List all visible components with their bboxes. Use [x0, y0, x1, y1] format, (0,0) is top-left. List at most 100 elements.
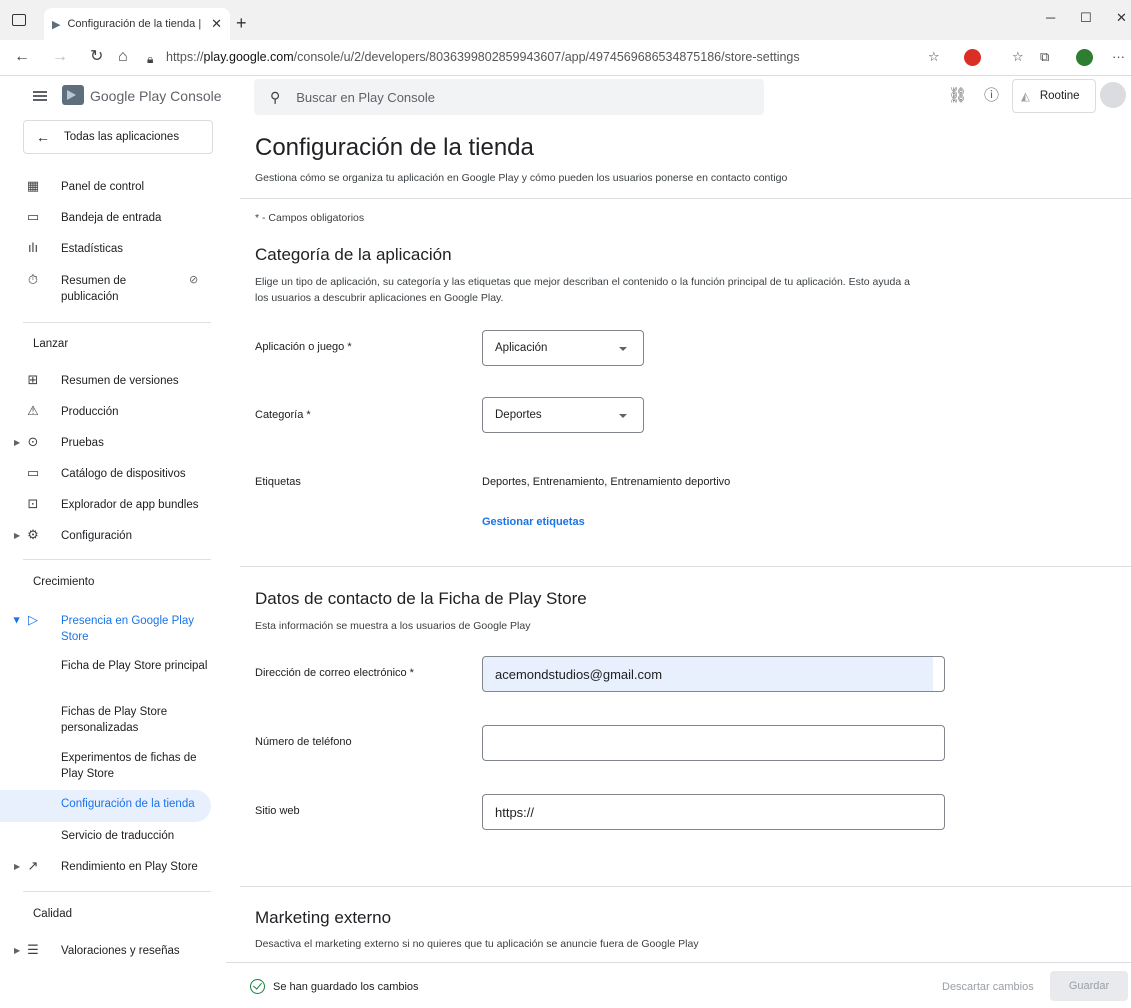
all-apps-button[interactable]: ← Todas las aplicaciones [23, 120, 213, 154]
sidebar-item-performance[interactable]: ▶ ↗ Rendimiento en Play Store [0, 859, 211, 879]
store-settings-label: Configuración de la tienda [61, 798, 195, 810]
close-tab-icon[interactable]: ✕ [211, 16, 222, 32]
sidebar-item-presence[interactable]: ▶ ▷ Presencia en Google Play Store [0, 613, 211, 649]
discard-changes-button[interactable]: Descartar cambios [942, 981, 1034, 993]
all-apps-label: Todas las aplicaciones [64, 131, 180, 143]
sidebar-item-testing[interactable]: ▶ ⊙ Pruebas [0, 435, 211, 455]
sidebar-item-main-listing[interactable]: Ficha de Play Store principal [61, 658, 211, 674]
sidebar-item-production[interactable]: ⚠ Producción [0, 404, 211, 424]
refresh-icon[interactable]: ↻ [90, 49, 103, 65]
app-or-game-label: Aplicación o juego * [255, 341, 352, 353]
close-window-icon[interactable]: ✕ [1116, 10, 1127, 26]
link-icon[interactable]: ⛓ [948, 88, 967, 104]
google-play-console-logo[interactable] [62, 85, 84, 105]
saved-status: Se han guardado los cambios [250, 979, 419, 994]
arrow-back-icon: ← [36, 129, 50, 145]
sidebar-item-devices[interactable]: ▭ Catálogo de dispositivos [0, 466, 211, 486]
devices-icon: ▭ [26, 465, 40, 480]
publishing-icon: ⏱ [27, 272, 39, 287]
url-field[interactable]: https://play.google.com/console/u/2/deve… [166, 50, 800, 64]
play-favicon-icon: ▶ [52, 18, 61, 31]
tab-actions-icon[interactable] [12, 14, 26, 26]
expand-arrow-icon: ▶ [14, 438, 21, 447]
sidebar-item-reviews[interactable]: ▶ ☰ Valoraciones y reseñas [0, 943, 211, 963]
forward-icon[interactable]: → [52, 49, 68, 65]
sidebar-item-dashboard[interactable]: ▦ Panel de control [0, 179, 211, 199]
website-label: Sitio web [255, 805, 300, 817]
profile-icon[interactable] [1076, 49, 1093, 66]
lock-icon[interactable]: 🔒︎ [147, 51, 153, 67]
sidebar-item-bundles[interactable]: ⊡ Explorador de app bundles [0, 497, 211, 517]
collections-icon[interactable]: ⧉ [1040, 49, 1049, 65]
menu-icon[interactable] [33, 91, 47, 101]
expand-arrow-icon: ▶ [14, 531, 21, 540]
inbox-icon: ▭ [26, 209, 40, 224]
marketing-section-desc: Desactiva el marketing externo si no qui… [255, 938, 699, 950]
production-icon: ⚠ [27, 403, 39, 418]
collapse-arrow-icon: ▶ [12, 617, 22, 624]
chevron-down-icon [619, 347, 627, 351]
releases-icon: ⊞ [27, 372, 39, 387]
maximize-icon[interactable]: ☐ [1080, 10, 1092, 26]
minimize-icon[interactable]: ─ [1046, 10, 1055, 25]
sidebar-item-releases[interactable]: ⊞ Resumen de versiones [0, 373, 211, 393]
category-section-desc-1: Elige un tipo de aplicación, su categorí… [255, 276, 910, 288]
sidebar-item-inbox[interactable]: ▭ Bandeja de entrada [0, 210, 211, 230]
sidebar-item-store-settings[interactable]: Configuración de la tienda [0, 790, 211, 822]
contact-section-title: Datos de contacto de la Ficha de Play St… [255, 589, 587, 608]
back-icon[interactable]: ← [14, 49, 30, 65]
category-label: Categoría * [255, 409, 311, 421]
browser-tab[interactable]: ▶ Configuración de la tienda | Root ✕ [44, 8, 230, 40]
stats-icon: ılı [27, 240, 39, 255]
search-placeholder: Buscar en Play Console [296, 89, 436, 105]
sidebar: Google Play Console ← Todas las aplicaci… [0, 77, 226, 1008]
avatar[interactable] [1100, 82, 1126, 108]
more-icon[interactable]: ··· [1112, 49, 1125, 65]
sidebar-item-listing-experiments[interactable]: Experimentos de fichas de Play Store [61, 750, 211, 782]
expand-arrow-icon: ▶ [14, 862, 21, 871]
email-field[interactable]: acemondstudios@gmail.com [482, 656, 945, 692]
developer-account-chip[interactable]: ◭ Rootine [1012, 79, 1096, 113]
sidebar-item-publishing[interactable]: ⏱ Resumen de publicación ⊘ [0, 273, 211, 309]
developer-name: Rootine [1039, 90, 1080, 102]
website-field[interactable]: https:// [482, 794, 945, 830]
section-growth: Crecimiento [33, 576, 95, 588]
sidebar-header: Google Play Console [0, 77, 226, 115]
browser-tab-bar: ▶ Configuración de la tienda | Root ✕ + … [0, 0, 1131, 40]
adblock-icon[interactable] [964, 49, 981, 66]
save-bar: Se han guardado los cambios Descartar ca… [226, 962, 1131, 1008]
sidebar-item-custom-listings[interactable]: Fichas de Play Store personalizadas [61, 704, 211, 736]
check-circle-icon [250, 979, 265, 994]
play-store-icon: ▷ [28, 612, 38, 627]
sidebar-item-translation[interactable]: Servicio de traducción [61, 828, 211, 844]
app-or-game-select[interactable]: Aplicación [482, 330, 644, 366]
bundle-icon: ⊡ [27, 496, 39, 511]
home-icon[interactable]: ⌂ [118, 49, 128, 65]
help-icon[interactable]: ⓘ [984, 88, 999, 104]
save-button[interactable]: Guardar [1050, 971, 1128, 1001]
section-divider [240, 886, 1131, 887]
category-select[interactable]: Deportes [482, 397, 644, 433]
phone-field[interactable] [482, 725, 945, 761]
favorites-list-icon[interactable]: ☆ [1012, 49, 1024, 65]
section-launch: Lanzar [33, 338, 69, 350]
sidebar-divider [23, 322, 211, 323]
sidebar-item-configuration[interactable]: ▶ ⚙ Configuración [0, 528, 211, 548]
new-tab-icon[interactable]: + [236, 14, 247, 32]
dashboard-icon: ▦ [26, 178, 40, 193]
section-divider [240, 566, 1131, 567]
website-value: https:// [495, 804, 535, 820]
sidebar-item-stats[interactable]: ılı Estadísticas [0, 241, 211, 261]
testing-icon: ⊙ [27, 434, 39, 449]
category-value: Deportes [495, 409, 542, 421]
tags-label: Etiquetas [255, 476, 301, 488]
manage-tags-link[interactable]: Gestionar etiquetas [482, 516, 585, 528]
favorite-icon[interactable]: ☆ [928, 49, 940, 65]
developer-logo-icon: ◭ [1021, 91, 1030, 103]
contact-section-desc: Esta información se muestra a los usuari… [255, 620, 531, 632]
search-input[interactable]: ⚲ Buscar en Play Console [254, 79, 764, 115]
reviews-icon: ☰ [27, 942, 39, 957]
section-divider [240, 198, 1131, 199]
phone-label: Número de teléfono [255, 736, 352, 748]
email-value: acemondstudios@gmail.com [495, 666, 663, 682]
